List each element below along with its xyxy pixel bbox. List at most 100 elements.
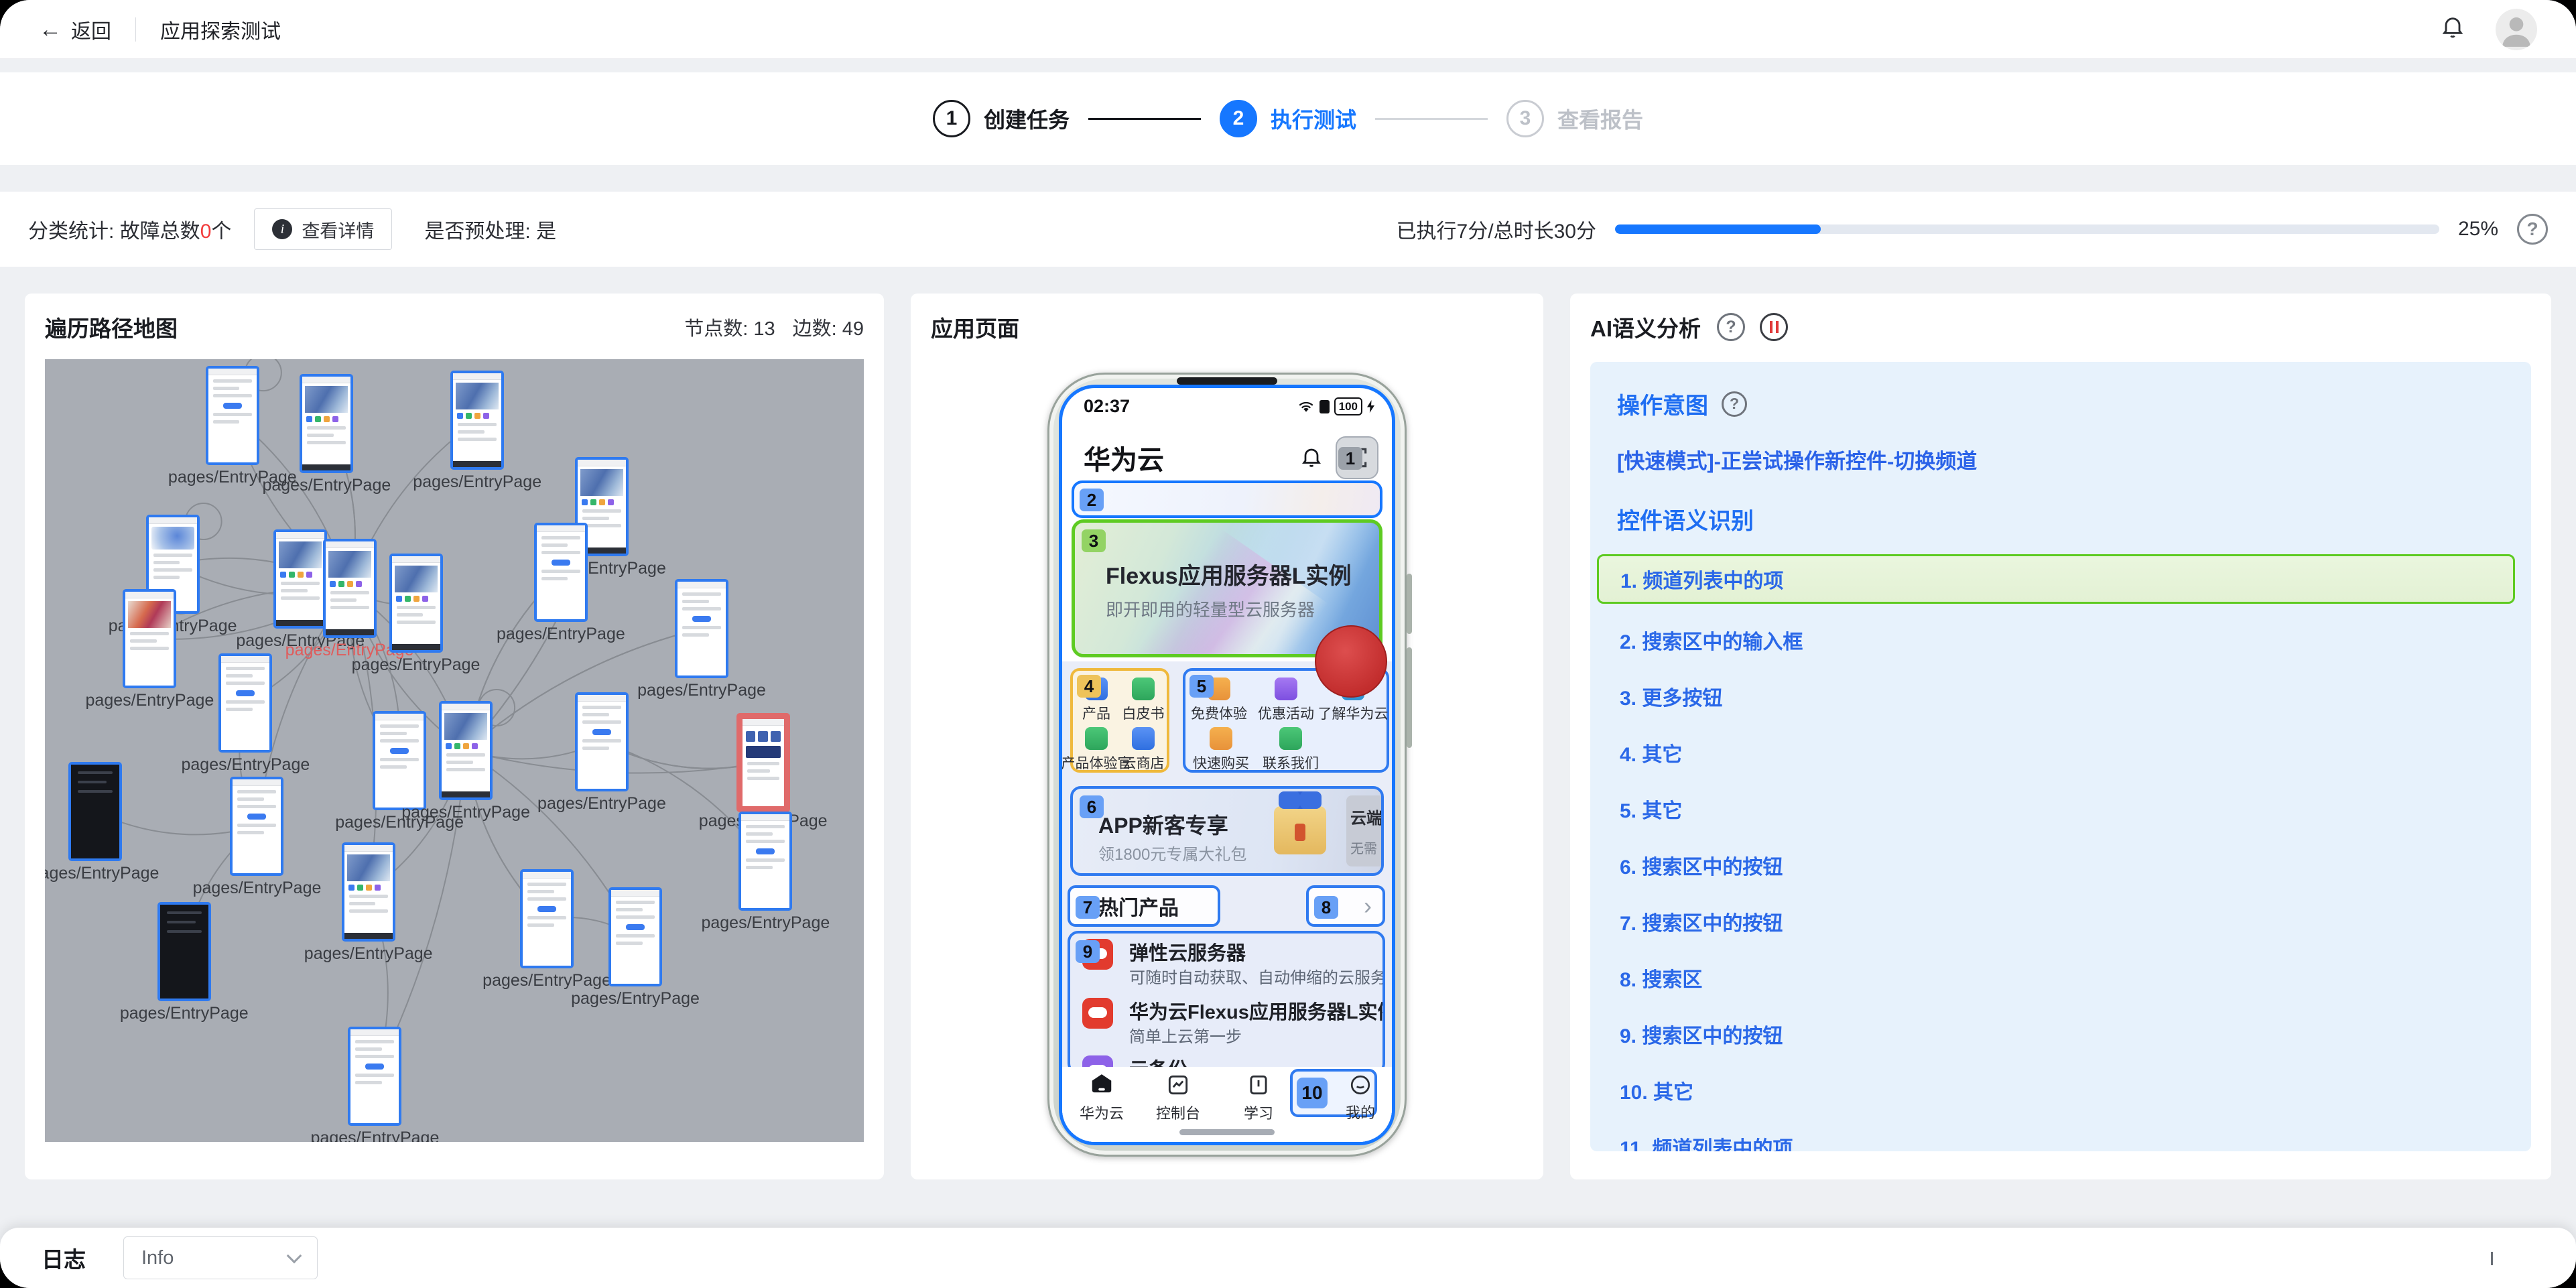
nav-console[interactable]: 控制台 bbox=[1148, 1072, 1208, 1123]
console-icon bbox=[1165, 1072, 1191, 1098]
graph-node[interactable]: pages/EntryPage bbox=[738, 812, 792, 911]
user-avatar[interactable] bbox=[2496, 9, 2537, 50]
log-level-select[interactable]: Info bbox=[123, 1236, 318, 1279]
edge-count: 边数: 49 bbox=[793, 313, 864, 341]
graph-node[interactable]: pages/EntryPage bbox=[373, 711, 426, 810]
traversal-graph[interactable]: pages/EntryPagepages/EntryPagepages/Entr… bbox=[45, 359, 864, 1142]
experience-icon bbox=[1085, 727, 1108, 750]
quick-item[interactable]: 联系我们 bbox=[1262, 727, 1319, 773]
semantic-item: 4. 其它 bbox=[1617, 724, 2504, 781]
scan-button[interactable]: 1 bbox=[1336, 436, 1378, 479]
preprocess-label: 是否预处理: 是 bbox=[424, 214, 556, 244]
overlay-badge-3: 3 bbox=[1082, 529, 1106, 552]
graph-node[interactable]: pages/EntryPage bbox=[348, 1027, 401, 1126]
contact-icon bbox=[1279, 727, 1302, 750]
graph-node-label: pages/EntryPage bbox=[120, 1004, 249, 1023]
search-bar[interactable]: 2 bbox=[1072, 480, 1382, 518]
quick-buy-icon bbox=[1210, 727, 1232, 750]
node-count: 节点数: 13 bbox=[684, 313, 775, 341]
graph-node[interactable]: pages/EntryPage bbox=[157, 902, 211, 1001]
pause-icon[interactable] bbox=[1760, 313, 1788, 341]
quick-item[interactable]: 优惠活动 bbox=[1257, 678, 1315, 723]
divider bbox=[135, 17, 136, 42]
step-number: 2 bbox=[1220, 100, 1257, 137]
quick-item[interactable]: 快速购买 bbox=[1192, 727, 1250, 773]
graph-node[interactable]: pages/EntryPage bbox=[520, 869, 574, 968]
status-bar: 02:37 100 bbox=[1084, 396, 1374, 417]
overlay-badge-1: 1 bbox=[1338, 447, 1362, 470]
graph-node[interactable]: pages/EntryPage bbox=[342, 842, 395, 942]
back-button[interactable]: ← 返回 bbox=[39, 15, 111, 44]
graph-node[interactable]: pages/EntryPage bbox=[68, 762, 122, 861]
graph-node[interactable]: pages/EntryPage bbox=[230, 777, 283, 876]
graph-node[interactable]: pages/EntryPage bbox=[608, 887, 662, 986]
quick-card-left[interactable]: 4 产品 白皮书 产品体验官 云商店 bbox=[1070, 668, 1169, 773]
newcomer-promo-card[interactable]: 6 APP新客专享 领1800元专属大礼包 云端 无需 bbox=[1070, 786, 1384, 876]
chevron-down-icon bbox=[287, 1248, 302, 1264]
graph-node-label: pages/EntryPage bbox=[637, 681, 766, 700]
graph-node[interactable]: pages/EntryPage bbox=[736, 713, 790, 812]
hot-products-tab[interactable]: 7 热门产品 bbox=[1068, 885, 1220, 927]
notification-bell-icon[interactable] bbox=[2439, 14, 2466, 44]
bottom-nav: 华为云 控制台 学习 10 bbox=[1062, 1067, 1392, 1142]
executed-time-label: 已执行7分/总时长30分 bbox=[1397, 214, 1596, 244]
graph-node[interactable]: pages/EntryPage bbox=[323, 539, 377, 638]
step-view-report[interactable]: 3 查看报告 bbox=[1506, 100, 1643, 137]
intent-text: [快速模式]-正尝试操作新控件-切换频道 bbox=[1617, 444, 2504, 474]
graph-node[interactable]: pages/EntryPage bbox=[300, 374, 353, 473]
graph-node[interactable]: pages/EntryPage bbox=[450, 371, 504, 470]
log-drawer[interactable]: 日志 Info bbox=[0, 1228, 2576, 1288]
volume-button bbox=[1407, 574, 1412, 634]
nav-huaweicloud[interactable]: 华为云 bbox=[1072, 1072, 1132, 1123]
product-list[interactable]: 9 弹性云服务器 可随时自动获取、自动伸缩的云服务器 华为云Flexus应用服务… bbox=[1068, 931, 1385, 1074]
graph-node-label: pages/EntryPage bbox=[701, 913, 830, 933]
help-icon[interactable]: ? bbox=[1717, 313, 1745, 341]
panel-title: 应用页面 bbox=[931, 311, 1019, 343]
graph-node[interactable]: pages/EntryPage bbox=[439, 701, 493, 800]
step-connector bbox=[1375, 118, 1488, 120]
overlay-badge-10: 10 bbox=[1297, 1078, 1328, 1108]
back-label: 返回 bbox=[71, 15, 111, 44]
graph-node[interactable]: pages/EntryPage bbox=[218, 653, 272, 753]
nav-learn[interactable]: 学习 bbox=[1228, 1072, 1289, 1123]
graph-node[interactable]: pages/EntryPage bbox=[534, 523, 588, 622]
semantic-item: 10. 其它 bbox=[1617, 1062, 2504, 1118]
graph-node[interactable]: pages/EntryPage bbox=[206, 366, 259, 465]
graph-node-label: pages/EntryPage bbox=[45, 864, 159, 883]
banner-subtitle: 即开即用的轻量型云服务器 bbox=[1106, 596, 1315, 621]
promo-icon bbox=[1275, 678, 1297, 700]
graph-node-label: pages/EntryPage bbox=[262, 476, 391, 495]
help-icon[interactable]: ? bbox=[2517, 214, 2548, 245]
quick-item[interactable]: 云商店 bbox=[1121, 727, 1165, 773]
step-create-task[interactable]: 1 创建任务 bbox=[933, 100, 1070, 137]
view-details-button[interactable]: i 查看详情 bbox=[254, 208, 392, 250]
nav-mine[interactable]: 我的 bbox=[1330, 1073, 1391, 1122]
graph-node[interactable]: pages/EntryPage bbox=[273, 529, 327, 629]
graph-node[interactable]: pages/EntryPage bbox=[389, 554, 443, 653]
graph-node[interactable]: pages/EntryPage bbox=[575, 692, 629, 791]
step-label: 创建任务 bbox=[984, 103, 1070, 134]
graph-node-label: pages/EntryPage bbox=[311, 1129, 440, 1142]
step-label: 执行测试 bbox=[1271, 103, 1356, 134]
phone-screen[interactable]: 02:37 100 华为云 bbox=[1059, 385, 1395, 1145]
quick-item[interactable]: 产品体验官 bbox=[1074, 727, 1118, 773]
learn-icon bbox=[1246, 1072, 1271, 1098]
log-expand-button[interactable] bbox=[2491, 1252, 2493, 1264]
nav-mine-highlight[interactable]: 10 我的 bbox=[1290, 1069, 1377, 1117]
overlay-badge-7: 7 bbox=[1076, 896, 1100, 919]
app-page-panel: 应用页面 02:37 100 bbox=[911, 294, 1543, 1179]
help-icon[interactable]: ? bbox=[1722, 391, 1747, 417]
charging-icon bbox=[1367, 400, 1374, 413]
battery-icon: 100 bbox=[1334, 397, 1362, 415]
graph-node[interactable]: pages/EntryPage bbox=[123, 589, 176, 688]
graph-node[interactable]: pages/EntryPage bbox=[675, 579, 728, 678]
bell-icon[interactable] bbox=[1299, 446, 1324, 470]
more-button[interactable]: 8 › bbox=[1306, 885, 1385, 927]
category-stats-label: 分类统计: 故障总数0个 bbox=[28, 214, 231, 244]
quick-item[interactable]: 白皮书 bbox=[1121, 678, 1165, 723]
power-button bbox=[1407, 647, 1412, 748]
step-execute-test[interactable]: 2 执行测试 bbox=[1220, 100, 1356, 137]
semantic-item: 5. 其它 bbox=[1617, 781, 2504, 837]
list-item[interactable]: 弹性云服务器 可随时自动获取、自动伸缩的云服务器 bbox=[1082, 938, 1377, 994]
list-item[interactable]: 华为云Flexus应用服务器L实例 简单上云第一步 bbox=[1082, 996, 1377, 1053]
